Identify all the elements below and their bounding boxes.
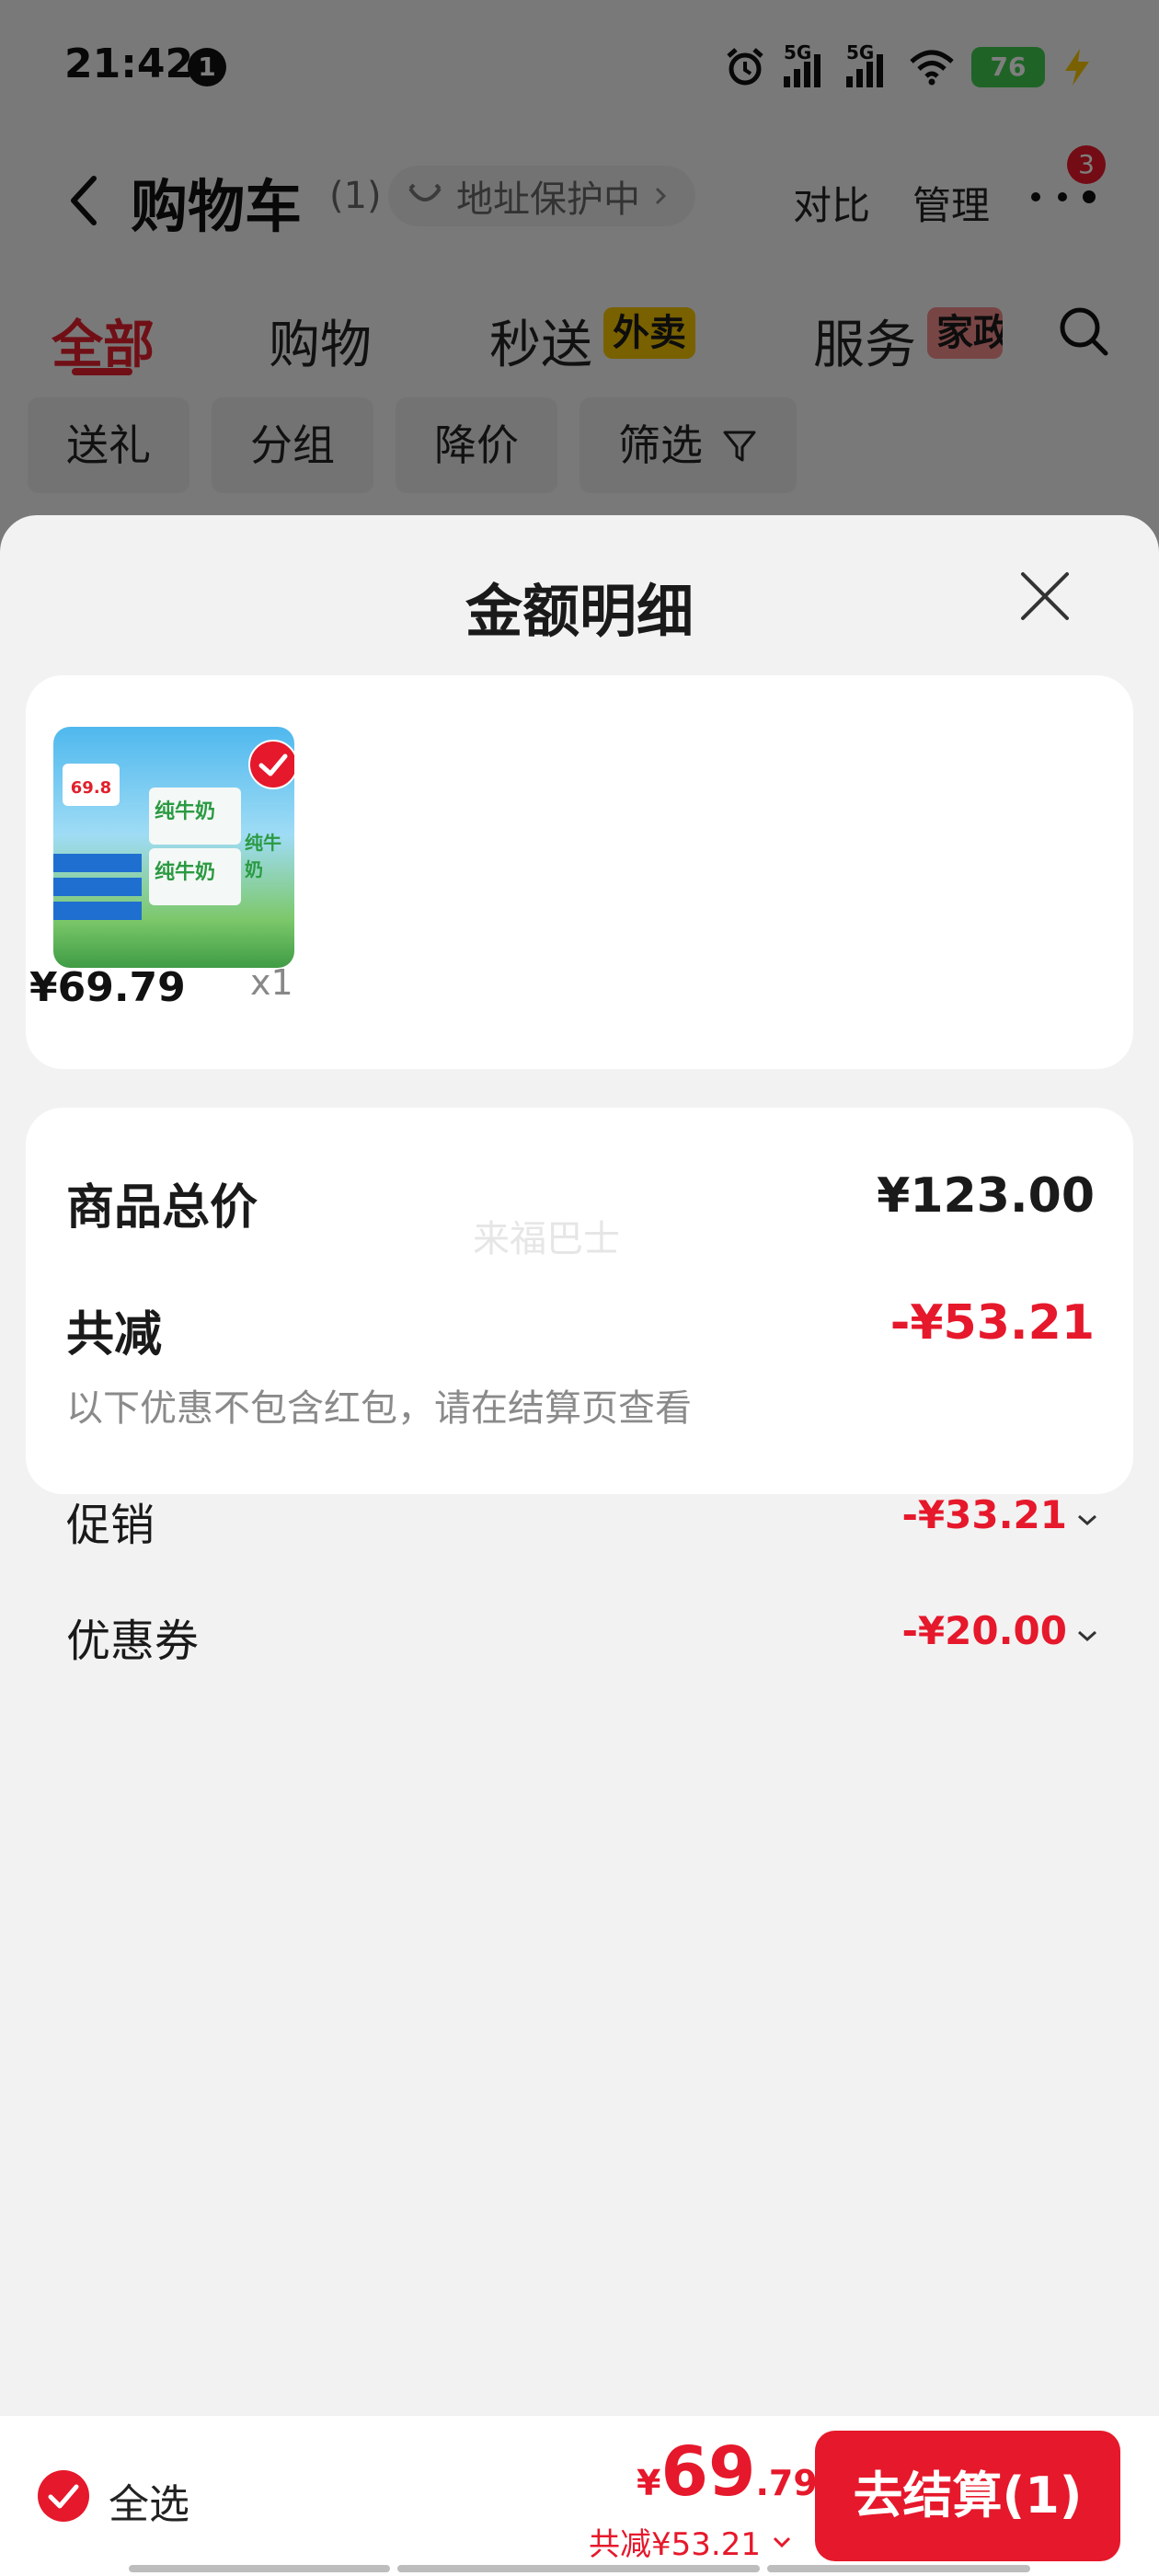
checkout-saved-amount: 共减¥53.21	[589, 2526, 761, 2563]
product-image[interactable]: 69.8 纯牛奶 纯牛奶 纯牛奶	[53, 727, 294, 968]
product-image-label: 纯牛奶	[155, 861, 216, 884]
chevron-down-icon	[1078, 1514, 1096, 1526]
checkout-saved-toggle[interactable]: 共减¥53.21	[589, 2519, 792, 2564]
gesture-bar	[767, 2565, 1030, 2572]
modal-backdrop[interactable]	[0, 0, 1159, 552]
chevron-down-icon	[1078, 1630, 1096, 1642]
total-price-label: 商品总价	[66, 1180, 258, 1236]
discount-hint: 以下优惠不包含红包，请在结算页查看	[66, 1387, 692, 1430]
sheet-title: 金额明细	[465, 578, 694, 645]
select-all-checkbox-icon[interactable]	[37, 2469, 90, 2523]
selected-check-icon[interactable]	[248, 740, 294, 789]
checkout-button[interactable]: 去结算(1)	[815, 2431, 1120, 2561]
promo-label: 促销	[66, 1500, 155, 1551]
product-image-strip	[53, 902, 142, 920]
gesture-bar	[397, 2565, 760, 2572]
checkout-total-price: ¥69.79	[637, 2432, 818, 2512]
coupon-label: 优惠券	[66, 1616, 200, 1667]
discount-total-value: -¥53.21	[889, 1295, 1095, 1351]
gesture-bar	[129, 2565, 390, 2572]
product-image-label: 纯牛奶	[155, 800, 216, 823]
product-card: 69.8 纯牛奶 纯牛奶 纯牛奶	[26, 675, 1133, 1069]
total-decimal: .79	[755, 2463, 818, 2503]
amount-detail-sheet: 金额明细 69.8 纯牛奶 纯牛奶 纯牛奶 ¥69.79 x1 商品总价 ¥12…	[0, 515, 1159, 2576]
product-image-strip	[53, 854, 142, 872]
checkout-bar: 全选 ¥69.79 共减¥53.21 去结算(1)	[0, 2416, 1159, 2576]
discount-total-label: 共减	[66, 1307, 163, 1363]
product-image-price-badge: 69.8	[63, 764, 120, 806]
promo-value: -¥33.21	[901, 1492, 1067, 1537]
product-image-strip	[53, 878, 142, 896]
select-all-label[interactable]: 全选	[109, 2471, 189, 2530]
coupon-value: -¥20.00	[901, 1608, 1067, 1653]
product-quantity: x1	[250, 962, 293, 1003]
price-summary-card: 商品总价 ¥123.00 共减 -¥53.21 以下优惠不包含红包，请在结算页查…	[26, 1108, 1133, 1667]
product-price: ¥69.79	[29, 964, 186, 1011]
watermark: 来福巴士	[473, 1218, 620, 1260]
currency-symbol: ¥	[637, 2463, 661, 2503]
total-integer: 69	[660, 2432, 756, 2512]
close-icon[interactable]	[1017, 569, 1073, 624]
chevron-down-icon	[773, 2536, 791, 2547]
total-price-value: ¥123.00	[877, 1168, 1095, 1224]
product-image-label: 纯牛奶	[245, 832, 281, 880]
